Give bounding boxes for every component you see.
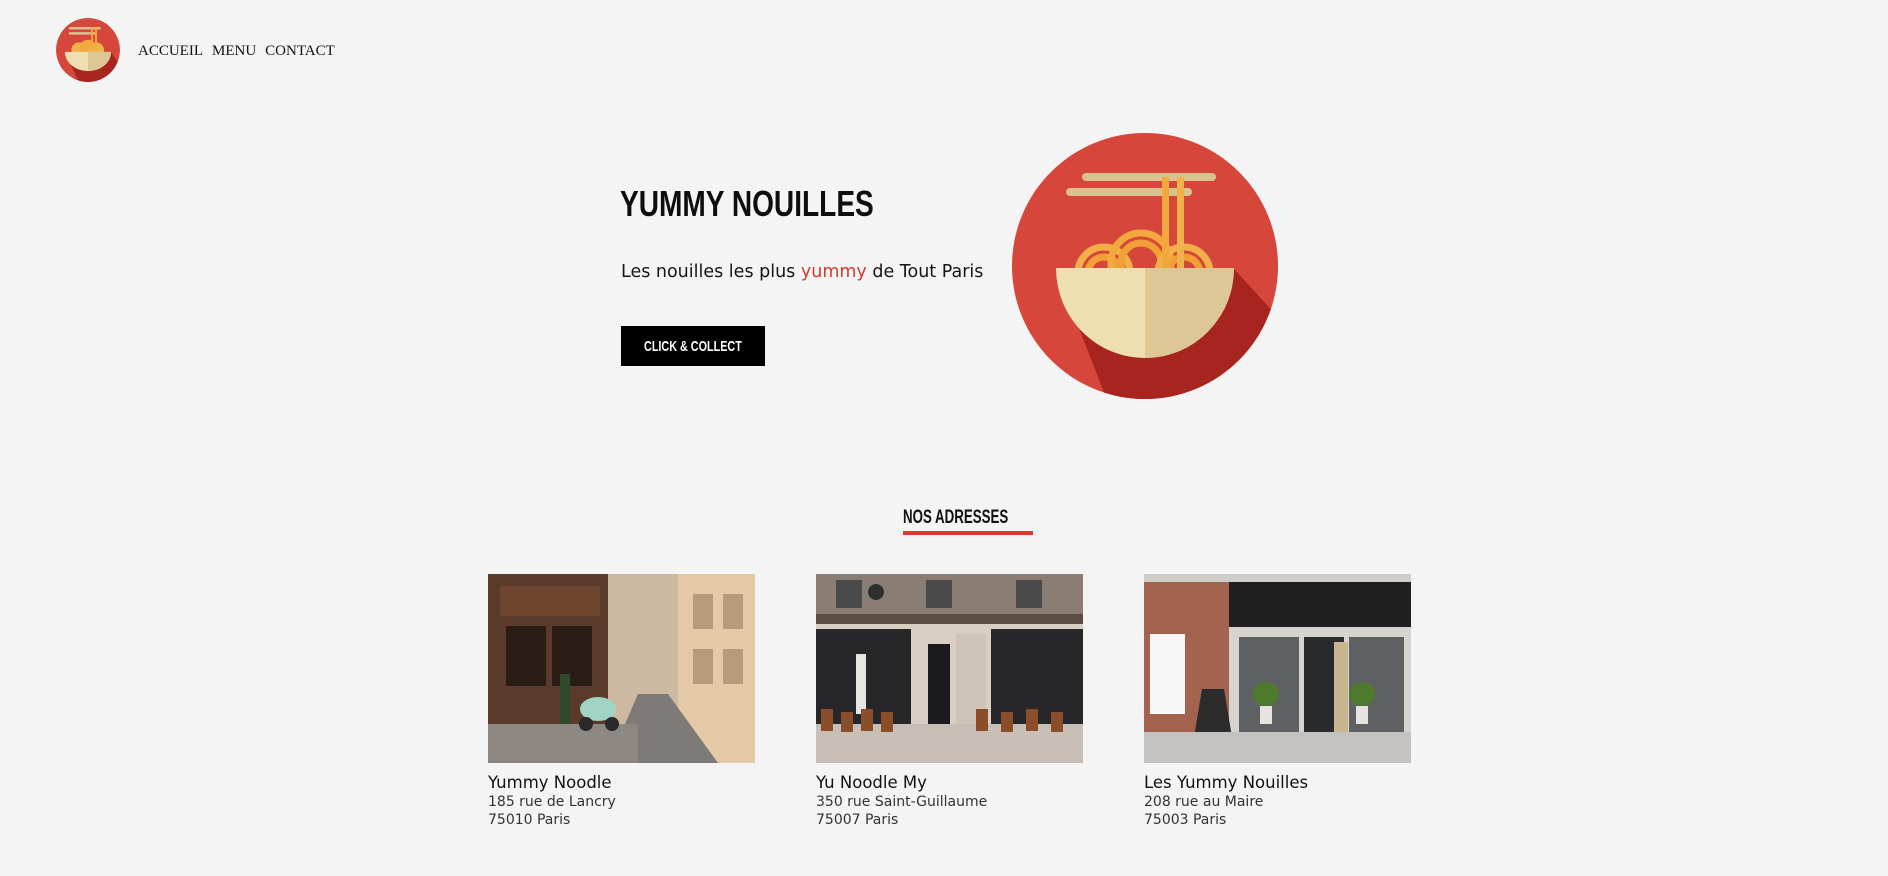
address-name: Yummy Noodle	[488, 773, 612, 792]
address-city: 75007 Paris	[816, 812, 899, 828]
main-nav: ACCUEIL MENU CONTACT	[138, 42, 335, 60]
addresses-section-title: NOS ADRESSES	[903, 506, 1033, 535]
click-and-collect-button[interactable]: CLICK & COLLECT	[621, 326, 765, 366]
storefront-terrace-photo	[816, 574, 1083, 763]
hero-subtitle-start: Les nouilles les plus	[621, 262, 801, 282]
address-card[interactable]: Yu Noodle My 350 rue Saint-Guillaume 750…	[816, 574, 1083, 829]
nav-link-menu[interactable]: MENU	[212, 42, 256, 60]
nav-link-contact[interactable]: CONTACT	[265, 42, 335, 60]
logo-icon[interactable]	[56, 18, 120, 82]
address-city: 75010 Paris	[488, 812, 571, 828]
hero-title: YUMMY NOUILLES	[620, 183, 874, 224]
address-city: 75003 Paris	[1144, 812, 1227, 828]
address-street: 208 rue au Maire	[1144, 794, 1264, 810]
click-and-collect-label: CLICK & COLLECT	[644, 337, 742, 355]
address-card[interactable]: Yummy Noodle 185 rue de Lancry 75010 Par…	[488, 574, 755, 829]
hero-subtitle: Les nouilles les plus yummy de Tout Pari…	[621, 261, 983, 283]
hero-subtitle-accent: yummy	[800, 262, 867, 282]
hero-subtitle-end: de Tout Paris	[866, 262, 984, 282]
nav-link-accueil[interactable]: ACCUEIL	[138, 42, 203, 60]
address-card[interactable]: Les Yummy Nouilles 208 rue au Maire 7500…	[1144, 574, 1411, 829]
noodle-bowl-icon	[1012, 133, 1278, 399]
address-name: Les Yummy Nouilles	[1144, 773, 1309, 792]
address-street: 350 rue Saint-Guillaume	[816, 794, 988, 810]
address-name: Yu Noodle My	[816, 773, 927, 792]
storefront-alley-photo	[488, 574, 755, 763]
addresses-section-title-text: NOS ADRESSES	[903, 507, 1009, 528]
storefront-brick-photo	[1144, 574, 1411, 763]
address-street: 185 rue de Lancry	[488, 794, 616, 810]
